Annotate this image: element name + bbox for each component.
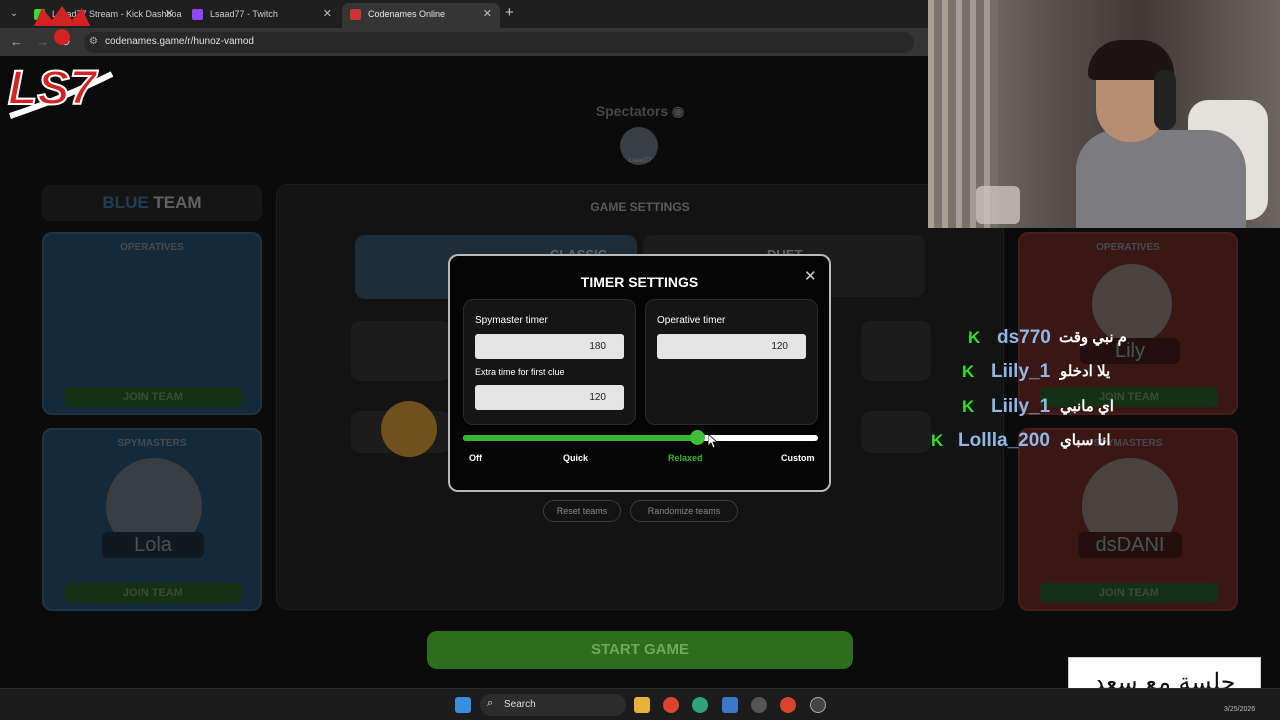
edge-icon[interactable] [692,697,708,713]
codenames-icon [350,9,361,20]
browser-tab-bar: ⌄ Lsaad77 Stream - Kick Dashboa ✕ Lsaad7… [0,0,928,28]
slider-handle[interactable] [690,430,706,445]
eye-icon: ◉ [672,103,685,119]
extra-time-input[interactable]: 120 [475,385,624,410]
search-icon: ⌕ [487,697,494,709]
new-tab-icon[interactable]: + [505,4,514,21]
store-icon[interactable] [722,697,738,713]
twitch-icon [192,9,203,20]
preset-off[interactable]: Off [469,453,482,463]
blue-spymasters-card: SPYMASTERS Lola JOIN TEAM [42,428,262,611]
operatives-label: OPERATIVES [120,242,184,253]
windows-start-icon[interactable] [455,697,471,713]
spectator-name: Lsaad77 [628,158,652,164]
person-body [1076,130,1246,228]
timer-preset-slider[interactable] [463,430,818,445]
close-icon[interactable]: ✕ [804,267,817,285]
chat-message: K Liily_1 يلا ادخلو [962,361,1122,391]
file-explorer-icon[interactable] [634,697,650,713]
game-settings-title: GAME SETTINGS [590,200,690,214]
blue-operatives-card: OPERATIVES JOIN TEAM [42,232,262,415]
player-name: Lola [102,532,204,558]
preset-quick[interactable]: Quick [563,453,588,463]
cup [976,186,1020,224]
close-icon[interactable]: ✕ [165,3,174,25]
chat-username: ds770 [997,327,1051,348]
webcam-overlay [928,0,1280,228]
chat-message: K Liily_1 اي مانبي [962,396,1122,426]
reset-teams-button[interactable]: Reset teams [543,500,621,522]
app-icon[interactable] [751,697,767,713]
svg-text:LS7: LS7 [8,62,98,115]
extra-time-label: Extra time for first clue [475,367,565,377]
ls7-logo: LS7 [7,6,114,119]
chat-username: Liily_1 [991,361,1051,382]
crown-icon [34,6,90,26]
settings-option[interactable] [861,411,931,453]
chat-username: Liily_1 [991,396,1051,417]
randomize-teams-button[interactable]: Randomize teams [630,500,738,522]
spymasters-label: SPYMASTERS [117,438,187,449]
chat-text: م نبي وقت [1059,329,1127,346]
chat-text: يلا ادخلو [1060,363,1111,380]
blue-team-title-suffix: TEAM [148,193,202,212]
join-team-button[interactable]: JOIN TEAM [1040,583,1218,603]
taskbar: ⌕ Search 3/25/2026 [0,688,1280,720]
chat-text: انا سباي [1060,432,1111,449]
url-field[interactable]: ⚙ codenames.game/r/hunoz-vamod [84,32,914,53]
blue-team-title: BLUE TEAM [42,185,262,221]
spectators-section: Spectators ◉ [570,103,710,120]
operative-timer-input[interactable]: 120 [657,334,806,359]
operative-timer-label: Operative timer [657,315,726,326]
obs-icon[interactable] [810,697,826,713]
chrome-icon[interactable] [663,697,679,713]
timer-option[interactable] [351,401,451,457]
mouse-cursor-icon [708,434,718,449]
operative-timer-box: Operative timer 120 [645,299,818,425]
chat-message: K Lollla_200 انا سباي [931,430,1121,460]
close-icon[interactable]: ✕ [483,3,492,25]
taskbar-search[interactable]: ⌕ Search [480,694,626,716]
screen: ⌄ Lsaad77 Stream - Kick Dashboa ✕ Lsaad7… [0,0,1280,720]
chat-text: اي مانبي [1060,398,1114,415]
join-team-button[interactable]: JOIN TEAM [64,583,242,603]
settings-option[interactable] [861,321,931,381]
spymaster-timer-input[interactable]: 180 [475,334,624,359]
operatives-label: OPERATIVES [1096,242,1160,253]
chrome-active-icon[interactable] [780,697,796,713]
blue-team-title-prefix: BLUE [102,193,149,212]
tab-label: Lsaad77 - Twitch [210,9,278,19]
chat-message: K ds770 م نبي وقت [968,327,1127,357]
tab-codenames[interactable]: Codenames Online ✕ [342,3,500,28]
player-name: dsDANI [1078,532,1182,558]
address-bar: ← → ↻ ⚙ codenames.game/r/hunoz-vamod [0,28,928,56]
search-label: Search [504,699,536,710]
tab-twitch[interactable]: Lsaad77 - Twitch ✕ [184,3,340,28]
modal-title: TIMER SETTINGS [580,274,699,290]
kick-icon: K [962,362,975,381]
headphones-icon [1154,70,1176,130]
preset-custom[interactable]: Custom [781,453,815,463]
close-icon[interactable]: ✕ [323,3,332,25]
join-team-button[interactable]: JOIN TEAM [64,387,242,407]
taskbar-date: 3/25/2026 [1224,706,1256,713]
kick-icon: K [931,431,944,450]
kick-icon: K [962,397,975,416]
language-option[interactable] [351,321,451,381]
timer-settings-modal: TIMER SETTINGS ✕ Spymaster timer 180 Ext… [448,254,831,492]
tab-label: Codenames Online [368,9,446,19]
spymaster-timer-box: Spymaster timer 180 Extra time for first… [463,299,636,425]
kick-icon: K [968,328,981,347]
chat-username: Lollla_200 [958,430,1050,451]
start-game-button[interactable]: START GAME [427,631,853,669]
preset-relaxed[interactable]: Relaxed [668,453,703,463]
url-text: codenames.game/r/hunoz-vamod [105,36,254,47]
slider-fill [463,435,698,441]
spymaster-timer-label: Spymaster timer [475,315,548,326]
alarm-clock-icon [381,401,437,457]
spectators-label: Spectators [595,103,669,119]
